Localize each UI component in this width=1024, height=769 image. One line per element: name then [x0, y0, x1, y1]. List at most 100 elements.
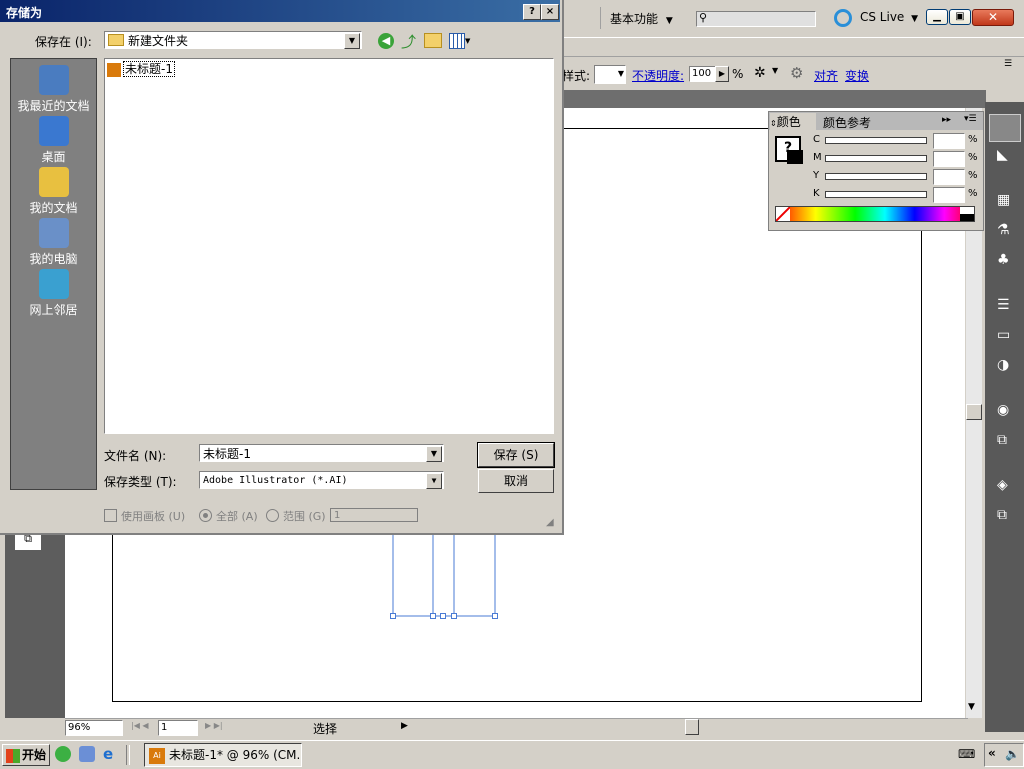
save-in-dropdown[interactable]: 新建文件夹 ▼	[104, 31, 362, 49]
stroke-icon[interactable]: ☰	[997, 297, 1010, 313]
file-item[interactable]: 未标题-1	[107, 61, 175, 77]
chevron-down-icon[interactable]: ▼	[772, 66, 778, 75]
help-button[interactable]: ?	[523, 4, 541, 20]
close-icon: ✕	[987, 10, 999, 24]
maximize-button[interactable]: ▣	[949, 9, 971, 25]
opacity-input[interactable]: 100	[689, 66, 717, 82]
align-link[interactable]: 对齐	[814, 67, 838, 84]
status-menu-icon[interactable]: ▶	[401, 721, 408, 731]
taskbar: 开始 e Ai 未标题-1* @ 96% (CM... ⌨ « 🔈	[0, 740, 1024, 769]
chevron-right-icon: ▶	[718, 69, 726, 78]
folder-icon	[108, 34, 124, 46]
appearance-icon[interactable]: ◉	[997, 402, 1009, 418]
place-label: 我的文档	[29, 201, 78, 215]
channel-input[interactable]	[933, 169, 965, 185]
transform-link[interactable]: 变换	[845, 67, 869, 84]
file-name: 未标题-1	[123, 61, 175, 77]
channel-unit: %	[968, 152, 978, 163]
color-panel-button[interactable]	[989, 114, 1021, 142]
white-swatch[interactable]	[960, 207, 974, 214]
channel-slider[interactable]	[825, 191, 927, 198]
recolor-icon[interactable]: ✲	[754, 65, 766, 81]
place-0[interactable]: 我最近的文档	[11, 65, 96, 114]
tab-color[interactable]: ⇕颜色	[770, 113, 816, 130]
stroke-swatch-icon[interactable]	[787, 150, 803, 164]
range-radio[interactable]	[266, 509, 279, 522]
use-artboards-checkbox[interactable]	[104, 509, 117, 522]
save-button[interactable]: 保存 (S)	[478, 443, 554, 467]
club-symbol-icon[interactable]: ♣	[997, 252, 1010, 268]
channel-input[interactable]	[933, 133, 965, 149]
resize-grip-icon[interactable]: ◢	[546, 517, 554, 528]
all-radio[interactable]	[199, 509, 212, 522]
channel-input[interactable]	[933, 187, 965, 203]
hscroll-thumb[interactable]	[685, 719, 699, 735]
channel-slider[interactable]	[825, 137, 927, 144]
artboards-icon[interactable]: ⧉	[997, 507, 1007, 523]
taskbar-task-illustrator[interactable]: Ai 未标题-1* @ 96% (CM...	[144, 743, 302, 767]
transparency-icon[interactable]: ◑	[997, 357, 1009, 373]
close-button[interactable]: ✕	[972, 9, 1014, 26]
none-swatch-icon[interactable]	[775, 206, 791, 222]
place-1[interactable]: 桌面	[11, 116, 96, 165]
show-desktop-icon[interactable]	[79, 746, 95, 762]
channel-label: M	[813, 152, 822, 163]
tab-color-guide[interactable]: 颜色参考	[823, 114, 871, 131]
keyboard-icon[interactable]: ⌨	[958, 747, 975, 761]
up-folder-icon[interactable]: ⤴	[401, 31, 416, 52]
black-swatch[interactable]	[960, 214, 974, 221]
back-icon[interactable]: ◀	[378, 33, 394, 49]
minimize-button[interactable]: ▁	[926, 9, 948, 25]
view-menu-icon[interactable]	[449, 33, 465, 49]
scroll-thumb[interactable]	[966, 404, 982, 420]
brush-icon[interactable]: ◣	[997, 147, 1008, 163]
cs-live-menu[interactable]: CS Live ▼	[860, 10, 918, 24]
gear-icon[interactable]: ⚙	[790, 64, 803, 82]
separator	[126, 745, 130, 765]
filename-input[interactable]: 未标题-1 ▼	[199, 444, 444, 462]
new-folder-icon[interactable]	[424, 33, 442, 48]
collapse-panel-icon[interactable]: ▸▸	[942, 115, 951, 125]
updown-icon: ⇕	[770, 119, 777, 128]
grid-swatches-icon[interactable]: ▦	[997, 192, 1010, 208]
filetype-dropdown[interactable]: Adobe Illustrator (*.AI) ▼	[199, 471, 444, 489]
place-2[interactable]: 我的文档	[11, 167, 96, 216]
artboard-field[interactable]: 1	[158, 720, 198, 736]
style-picker[interactable]: ▼	[594, 65, 626, 84]
file-list[interactable]: 未标题-1	[104, 58, 554, 434]
channel-input[interactable]	[933, 151, 965, 167]
start-button[interactable]: 开始	[2, 744, 50, 766]
scroll-down-icon[interactable]: ▼	[968, 702, 975, 712]
close-dialog-button[interactable]: ×	[541, 4, 559, 20]
save-as-dialog: 存储为 ? × 保存在 (I): 新建文件夹 ▼ ◀ ⤴ ▼ 我最近的文档 桌面我…	[0, 0, 564, 535]
channel-slider[interactable]	[825, 155, 927, 162]
workspace-label: 基本功能	[610, 12, 659, 26]
workspace-switcher[interactable]: 基本功能 ▼	[610, 10, 673, 27]
media-player-icon[interactable]	[55, 746, 71, 762]
tray-expand-icon[interactable]: «	[988, 746, 996, 760]
chevron-down-icon: ▼	[665, 16, 673, 26]
opacity-label[interactable]: 不透明度:	[632, 67, 684, 84]
channel-slider[interactable]	[825, 173, 927, 180]
volume-icon[interactable]: 🔈	[1005, 747, 1020, 761]
dialog-title-bar[interactable]: 存储为 ? ×	[0, 0, 560, 22]
next-artboard-icon[interactable]: ▶ ▶|	[205, 721, 223, 730]
opacity-dropdown-button[interactable]: ▶	[715, 66, 729, 82]
panel-menu-icon[interactable]: ▾☰	[964, 114, 977, 124]
search-input[interactable]: ⚲	[696, 11, 816, 27]
ie-icon[interactable]: e	[103, 746, 119, 762]
channel-unit: %	[968, 134, 978, 145]
color-spectrum[interactable]	[775, 206, 975, 222]
cancel-button[interactable]: 取消	[478, 469, 554, 493]
panel-menu-icon[interactable]: ☰	[1004, 59, 1012, 69]
chevron-down-icon[interactable]: ▼	[465, 37, 470, 45]
gradient-icon[interactable]: ▭	[997, 327, 1010, 343]
range-input[interactable]: 1	[330, 508, 418, 522]
place-3[interactable]: 我的电脑	[11, 218, 96, 267]
zoom-field[interactable]: 96%	[65, 720, 123, 736]
place-4[interactable]: 网上邻居	[11, 269, 96, 318]
symbol-sprayer-icon[interactable]: ⚗	[997, 222, 1010, 238]
first-artboard-icon[interactable]: |◀ ◀	[131, 721, 149, 730]
layers-icon[interactable]: ◈	[997, 477, 1008, 493]
graphic-styles-icon[interactable]: ⧉	[997, 432, 1007, 448]
